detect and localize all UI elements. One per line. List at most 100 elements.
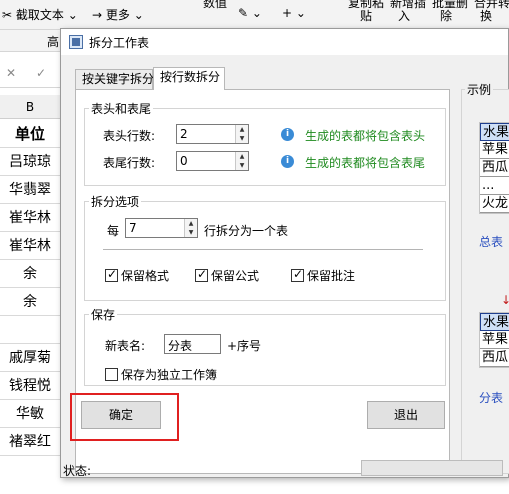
save-workbook-label: 保存为独立工作簿 — [121, 368, 218, 382]
cell[interactable]: 钱程悦 — [0, 372, 60, 400]
info-icon: i — [281, 128, 294, 141]
formula-bar: ✕ ✓ — [0, 62, 60, 88]
dialog-titlebar[interactable]: 拆分工作表 — [61, 29, 508, 55]
status-progress-bar — [361, 460, 503, 476]
cell[interactable]: 褚翠红 — [0, 428, 60, 456]
spinner-arrows[interactable]: ▲ ▼ — [235, 125, 248, 143]
split-options-title: 拆分选项 — [89, 193, 142, 210]
header-rows-spinner[interactable]: 2 ▲ ▼ — [176, 124, 249, 144]
new-name-input[interactable]: 分表 — [164, 334, 221, 354]
cell[interactable]: 戚厚菊 — [0, 344, 60, 372]
spin-down-icon[interactable]: ▼ — [236, 161, 248, 170]
batch-delete-button-line2[interactable]: 除 — [440, 7, 452, 24]
example-cell: 西瓜 — [480, 349, 509, 367]
dialog-title: 拆分工作表 — [89, 36, 150, 50]
keep-format-checkbox[interactable]: 保留格式 — [105, 267, 169, 284]
edit-icon[interactable]: ✎ ⌄ — [238, 6, 262, 20]
header-rows-label: 表头行数: — [103, 129, 156, 143]
cancel-icon[interactable]: ✕ — [6, 66, 16, 80]
example-cell: 苹果 — [480, 331, 509, 349]
keep-format-label: 保留格式 — [121, 269, 170, 283]
spin-down-icon[interactable]: ▼ — [185, 228, 197, 237]
insert-button-line2[interactable]: 入 — [398, 7, 410, 24]
rows-per-sheet-spinner[interactable]: 7 ▲ ▼ — [125, 218, 198, 238]
checkbox-box[interactable] — [105, 368, 118, 381]
save-workbook-checkbox[interactable]: 保存为独立工作簿 — [105, 366, 217, 383]
cell[interactable]: 崔华林 — [0, 232, 60, 260]
rows-suffix-label: 行拆分为一个表 — [204, 224, 289, 238]
example-cell: ... — [480, 177, 509, 195]
header-footer-group: 表头和表尾 表头行数: 2 ▲ ▼ i 生成的表都将包含表头 表尾行数: 0 ▲ ▼… — [84, 100, 446, 186]
new-name-label: 新表名: — [105, 339, 146, 353]
confirm-icon[interactable]: ✓ — [36, 66, 46, 80]
keep-formula-checkbox[interactable]: 保留公式 — [195, 267, 259, 284]
cell[interactable]: 余 — [0, 288, 60, 316]
tab-panel: 表头和表尾 表头行数: 2 ▲ ▼ i 生成的表都将包含表头 表尾行数: 0 ▲ ▼… — [70, 89, 450, 474]
footer-rows-label: 表尾行数: — [103, 156, 156, 170]
spinner-arrows[interactable]: ▲ ▼ — [235, 152, 248, 170]
name-suffix-label: +序号 — [227, 339, 262, 353]
cell[interactable] — [0, 316, 60, 344]
keep-formula-label: 保留公式 — [211, 269, 260, 283]
info-icon: i — [281, 155, 294, 168]
cell[interactable]: 崔华林 — [0, 204, 60, 232]
separator — [103, 249, 423, 250]
capture-icon: ✂ — [2, 8, 13, 22]
checkbox-box[interactable] — [105, 267, 118, 282]
app-icon — [69, 35, 83, 49]
save-group: 保存 新表名: 分表 +序号 保存为独立工作簿 — [84, 306, 446, 386]
column-header-b[interactable]: B — [0, 95, 60, 119]
keep-comments-label: 保留批注 — [307, 269, 356, 283]
example-cell: 苹果 — [480, 141, 509, 159]
tab-split-by-keyword[interactable]: 按关键字拆分 — [75, 69, 154, 89]
rows-per-sheet-value[interactable]: 7 — [129, 221, 137, 235]
spin-up-icon[interactable]: ▲ — [236, 125, 248, 134]
keep-comments-checkbox[interactable]: 保留批注 — [291, 267, 355, 284]
plus-icon[interactable]: + ⌄ — [282, 6, 306, 20]
spin-down-icon[interactable]: ▼ — [236, 134, 248, 143]
header-hint: 生成的表都将包含表头 — [305, 129, 426, 143]
merge-replace-button-line2[interactable]: 换 — [480, 7, 492, 24]
footer-rows-spinner[interactable]: 0 ▲ ▼ — [176, 151, 249, 171]
values-button[interactable]: 数值 — [203, 0, 227, 11]
exit-button[interactable]: 退出 — [367, 401, 445, 429]
down-arrow-icon: ↓ — [501, 293, 509, 307]
status-label: 状态: — [63, 464, 92, 478]
cell-column: 单位 吕琼琼 华翡翠 崔华林 崔华林 余 余 戚厚菊 钱程悦 华敏 褚翠红 — [0, 120, 60, 456]
header-footer-title: 表头和表尾 — [89, 100, 154, 117]
footer-rows-value[interactable]: 0 — [180, 154, 188, 168]
example-card-split: 水果 苹果 西瓜 — [479, 312, 509, 368]
example-cell: 火龙 — [480, 195, 509, 213]
footer-hint: 生成的表都将包含表尾 — [305, 156, 426, 170]
ribbon-row2-fragment: 高 — [47, 35, 60, 49]
more-button[interactable]: → 更多 ⌄ — [92, 6, 144, 23]
split-sheet-dialog: 拆分工作表 按关键字拆分 按行数拆分 表头和表尾 表头行数: 2 ▲ ▼ i 生成… — [60, 28, 509, 478]
split-options-group: 拆分选项 每 7 ▲▼ 行拆分为一个表 保留格式 保留公式 保留批注 — [84, 193, 446, 301]
copy-paste-button-line2[interactable]: 贴 — [360, 7, 372, 24]
cell[interactable]: 单位 — [0, 120, 60, 148]
cell[interactable]: 余 — [0, 260, 60, 288]
cell[interactable]: 吕琼琼 — [0, 148, 60, 176]
tab-split-by-rows[interactable]: 按行数拆分 — [153, 67, 225, 90]
save-title: 保存 — [89, 306, 118, 323]
checkbox-box[interactable] — [291, 267, 304, 282]
spinner-arrows[interactable]: ▲ ▼ — [184, 219, 197, 237]
arrow-right-icon: → — [92, 8, 103, 22]
example-cell: 水果 — [480, 313, 509, 331]
checkbox-box[interactable] — [195, 267, 208, 282]
highlight-box — [70, 393, 179, 441]
ribbon: ✂ 截取文本 ⌄ → 更多 ⌄ 数值 ✎ ⌄ + ⌄ 复制粘 贴 新增插 入 批… — [0, 0, 509, 30]
every-label: 每 — [107, 224, 120, 238]
example-split-tab: 分表 — [479, 391, 504, 405]
cell[interactable]: 华翡翠 — [0, 176, 60, 204]
example-cell: 西瓜 — [480, 159, 509, 177]
example-title: 示例 — [465, 81, 494, 98]
example-card-master: 水果 苹果 西瓜 ... 火龙 — [479, 122, 509, 214]
example-master-tab: 总表 — [479, 235, 504, 249]
cell[interactable]: 华敏 — [0, 400, 60, 428]
capture-text-button[interactable]: ✂ 截取文本 ⌄ — [2, 6, 78, 23]
header-rows-value[interactable]: 2 — [180, 127, 188, 141]
spin-up-icon[interactable]: ▲ — [185, 219, 197, 228]
spin-up-icon[interactable]: ▲ — [236, 152, 248, 161]
example-cell: 水果 — [480, 123, 509, 141]
